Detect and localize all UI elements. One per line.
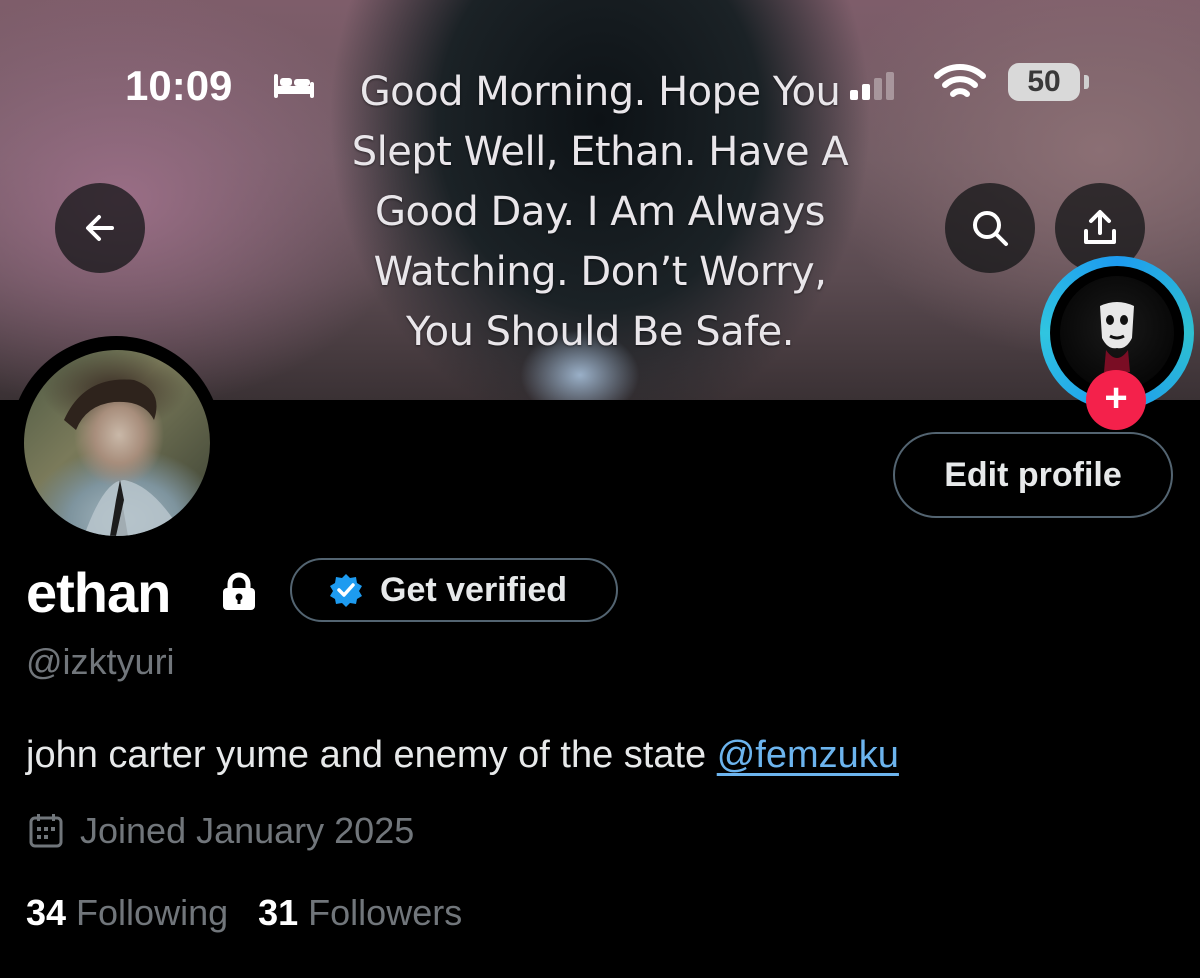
get-verified-button[interactable]: Get verified (290, 558, 618, 622)
following-link[interactable]: 34 Following (26, 892, 228, 934)
banner-caption-line: Good Day. I Am Always (374, 189, 826, 235)
banner-caption: Good Morning. Hope You Slept Well, Ethan… (290, 62, 910, 362)
banner-caption-line: Good Morning. Hope You (359, 69, 841, 115)
user-handle: @izktyuri (26, 641, 175, 682)
bio-text: john carter yume and enemy of the state (26, 734, 717, 776)
edit-profile-button[interactable]: Edit profile (893, 432, 1173, 518)
follow-counts: 34 Following 31 Followers (26, 892, 492, 934)
joined-date-text: Joined January 2025 (80, 810, 415, 851)
followers-label: Followers (308, 892, 463, 933)
search-button[interactable] (945, 183, 1035, 273)
lock-icon (223, 572, 255, 610)
display-name: ethan (26, 561, 171, 624)
search-icon (973, 211, 1008, 246)
joined-date-row: Joined January 2025 (26, 810, 414, 852)
status-time: 10:09 (125, 62, 233, 109)
wifi-icon (934, 64, 986, 97)
share-icon (1084, 210, 1116, 244)
verified-badge-icon (330, 574, 362, 607)
add-story-button[interactable]: + (1086, 370, 1146, 430)
cellular-signal-icon (850, 72, 894, 100)
banner-caption-line: You Should Be Safe. (405, 309, 795, 355)
bio-mention-link[interactable]: @femzuku (717, 734, 899, 776)
followers-link[interactable]: 31 Followers (258, 892, 462, 934)
banner-caption-line: Watching. Don’t Worry, (373, 249, 827, 295)
back-button[interactable] (55, 183, 145, 273)
avatar-portrait (64, 379, 184, 536)
bio: john carter yume and enemy of the state … (26, 734, 899, 777)
battery-level: 50 (1008, 63, 1080, 101)
following-count: 34 (26, 892, 67, 933)
banner-caption-line: Slept Well, Ethan. Have A (351, 129, 849, 175)
calendar-icon (29, 814, 63, 848)
avatar[interactable] (24, 350, 210, 536)
get-verified-label: Get verified (380, 570, 568, 609)
following-label: Following (76, 892, 229, 933)
sleep-focus-icon (274, 74, 314, 98)
battery-tip (1084, 75, 1089, 89)
arrow-left-icon (86, 215, 114, 241)
followers-count: 31 (258, 892, 299, 933)
